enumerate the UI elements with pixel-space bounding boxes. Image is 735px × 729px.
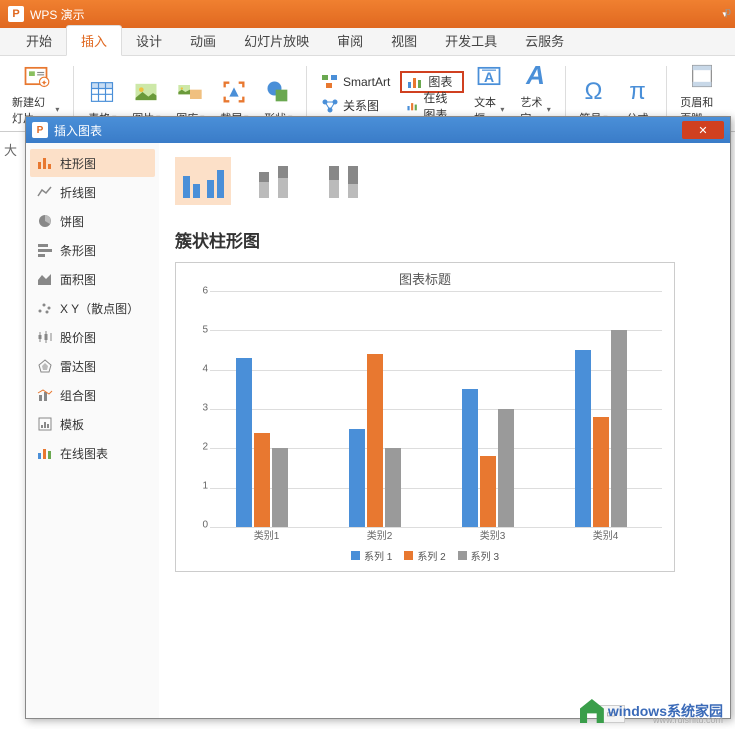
online-chart-button[interactable]: 在线图表 [400, 95, 464, 117]
wordart-icon: A [522, 62, 550, 90]
separator [73, 66, 74, 122]
textbox-icon: A [475, 62, 503, 90]
tab-view[interactable]: 视图 [377, 26, 431, 55]
smartart-icon [321, 74, 339, 90]
dropdown-arrow-icon: ▾ [55, 105, 59, 114]
chart-type-scatter[interactable]: X Y（散点图） [30, 294, 155, 322]
tab-start[interactable]: 开始 [12, 26, 66, 55]
tab-review[interactable]: 审阅 [323, 26, 377, 55]
tab-insert[interactable]: 插入 [66, 25, 122, 56]
chart-plot [210, 291, 662, 527]
chart-icon [406, 74, 424, 90]
watermark-logo-icon [580, 699, 604, 723]
chart-type-line[interactable]: 折线图 [30, 178, 155, 206]
chart-preview: 图表标题 0123456 类别1类别2类别3类别4 系列 1系列 2系列 3 [175, 262, 675, 572]
dialog-close-button[interactable]: ✕ [682, 121, 724, 139]
tab-design[interactable]: 设计 [122, 26, 176, 55]
dialog-logo-icon: P [32, 122, 48, 138]
chart-type-radar[interactable]: 雷达图 [30, 352, 155, 380]
relation-label: 关系图 [343, 97, 379, 114]
combo-chart-icon [36, 387, 54, 403]
chart-type-list: 柱形图 折线图 饼图 条形图 面积图 X Y（散点图） 股价图 雷达图 组合图 … [26, 143, 159, 718]
picture-icon [132, 78, 160, 106]
app-title: WPS 演示 [30, 6, 718, 23]
online-chart-icon [406, 98, 419, 114]
chart-type-area[interactable]: 面积图 [30, 265, 155, 293]
smartart-label: SmartArt [343, 75, 390, 89]
chart-title: 图表标题 [176, 263, 674, 288]
slide-panel-hint: 大 [4, 140, 17, 159]
online-icon [36, 445, 54, 461]
relation-icon [321, 98, 339, 114]
bar-chart-icon [36, 242, 54, 258]
watermark-sub: www.ruishitu.com [653, 715, 723, 725]
dialog-title: 插入图表 [54, 122, 682, 139]
chart-type-combo[interactable]: 组合图 [30, 381, 155, 409]
svg-text:✦: ✦ [40, 78, 47, 87]
stock-chart-icon [36, 329, 54, 345]
app-logo-icon: P [8, 6, 24, 22]
table-icon [88, 78, 116, 106]
watermark: windows系统家园 www.ruishitu.com [580, 699, 723, 723]
chart-preview-area: 簇状柱形图 图表标题 0123456 类别1类别2类别3类别4 系列 1系列 2… [159, 143, 730, 718]
title-bar: P WPS 演示 ▾ [0, 0, 735, 28]
tab-animation[interactable]: 动画 [176, 26, 230, 55]
chart-label: 图表 [428, 73, 452, 90]
shapes-icon [264, 78, 292, 106]
separator [666, 66, 667, 122]
x-axis-labels: 类别1类别2类别3类别4 [210, 527, 662, 541]
template-icon [36, 416, 54, 432]
chart-type-online[interactable]: 在线图表 [30, 439, 155, 467]
relation-button[interactable]: 关系图 [315, 95, 396, 117]
subtype-clustered[interactable] [175, 157, 231, 205]
y-axis: 0123456 [192, 291, 210, 525]
dialog-title-bar[interactable]: P 插入图表 ✕ [26, 117, 730, 143]
separator [565, 66, 566, 122]
chart-type-pie[interactable]: 饼图 [30, 207, 155, 235]
screenshot-icon [220, 78, 248, 106]
column-chart-icon [36, 155, 54, 171]
subtype-percent-stacked[interactable] [315, 157, 371, 205]
svg-text:A: A [484, 68, 494, 84]
new-slide-icon: ✦ [22, 62, 50, 90]
chart-subtype-row [175, 157, 714, 205]
scatter-chart-icon [36, 300, 54, 316]
chart-type-bar[interactable]: 条形图 [30, 236, 155, 264]
separator [306, 66, 307, 122]
chart-type-column[interactable]: 柱形图 [30, 149, 155, 177]
tab-cloud[interactable]: 云服务 [511, 26, 578, 55]
equation-icon: π [624, 78, 652, 106]
radar-chart-icon [36, 358, 54, 374]
chart-legend: 系列 1系列 2系列 3 [176, 548, 674, 563]
gallery-icon [176, 78, 204, 106]
preview-title: 簇状柱形图 [175, 227, 714, 252]
topright-label: p [725, 6, 731, 18]
tab-slideshow[interactable]: 幻灯片放映 [230, 26, 323, 55]
menu-tabs: 开始 插入 设计 动画 幻灯片放映 审阅 视图 开发工具 云服务 [0, 28, 735, 56]
smartart-button[interactable]: SmartArt [315, 71, 396, 93]
subtype-stacked[interactable] [245, 157, 301, 205]
header-footer-icon [688, 62, 716, 90]
area-chart-icon [36, 271, 54, 287]
chart-type-template[interactable]: 模板 [30, 410, 155, 438]
line-chart-icon [36, 184, 54, 200]
pie-chart-icon [36, 213, 54, 229]
chart-type-stock[interactable]: 股价图 [30, 323, 155, 351]
symbol-icon: Ω [580, 78, 608, 106]
tab-devtools[interactable]: 开发工具 [431, 26, 511, 55]
insert-chart-dialog: P 插入图表 ✕ 柱形图 折线图 饼图 条形图 面积图 X Y（散点图） 股价图… [25, 116, 731, 719]
